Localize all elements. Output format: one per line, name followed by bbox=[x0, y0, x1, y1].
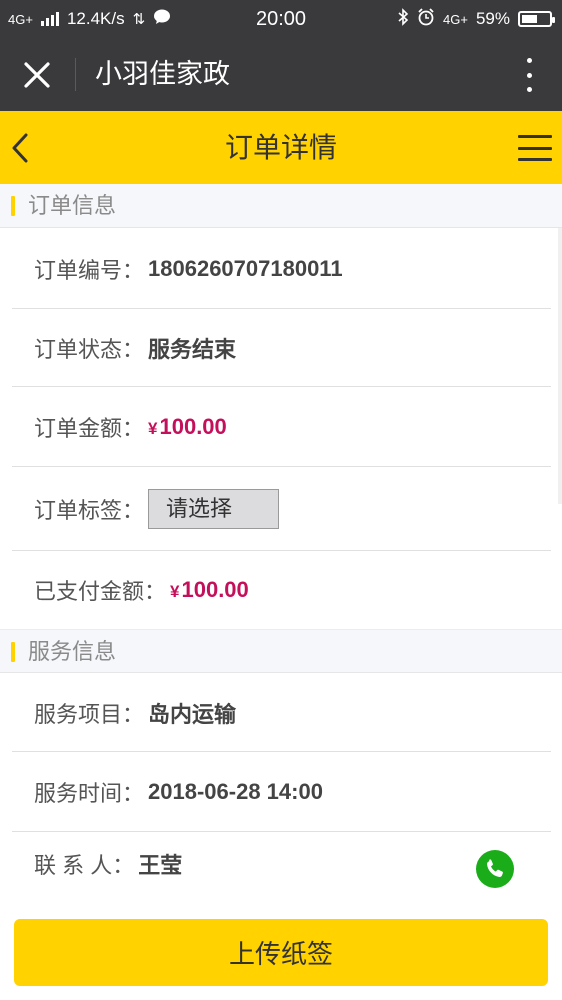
row-label: 订单编号： bbox=[34, 257, 145, 283]
paid-amount-value: ¥100.00 bbox=[170, 577, 249, 603]
section-order-info: 订单信息 bbox=[0, 184, 562, 228]
header-divider bbox=[75, 58, 76, 91]
row-order-tag: 订单标签： 请选择 bbox=[12, 467, 551, 551]
more-icon[interactable] bbox=[524, 58, 534, 92]
order-number-value: 1806260707180011 bbox=[148, 255, 343, 281]
row-label: 订单标签： bbox=[34, 497, 145, 523]
amount-number: 100.00 bbox=[159, 413, 227, 439]
row-service-item: 服务项目： 岛内运输 bbox=[12, 674, 551, 752]
tag-select[interactable]: 请选择 bbox=[148, 488, 280, 529]
contact-value: 王莹 bbox=[138, 853, 183, 878]
battery-fill bbox=[522, 15, 537, 23]
row-paid-amount: 已支付金额： ¥100.00 bbox=[12, 551, 551, 629]
row-label: 服务项目： bbox=[34, 701, 145, 727]
menu-icon[interactable] bbox=[518, 135, 552, 161]
bottom-bar: 上传纸签 bbox=[0, 905, 562, 1000]
order-status-value: 服务结束 bbox=[148, 336, 237, 362]
order-amount-value: ¥100.00 bbox=[148, 414, 227, 440]
row-label: 已支付金额： bbox=[34, 579, 167, 604]
row-label: 服务时间： bbox=[34, 780, 145, 806]
section-service-info: 服务信息 bbox=[0, 629, 562, 673]
status-right: 4G+ 59% bbox=[397, 0, 555, 38]
row-label: 订单状态： bbox=[34, 336, 145, 362]
row-order-amount: 订单金额： ¥100.00 bbox=[12, 387, 551, 467]
battery-percent: 59% bbox=[475, 9, 510, 28]
network-type-right: 4G+ bbox=[443, 11, 468, 27]
section-accent-bar bbox=[11, 642, 15, 662]
section-title: 服务信息 bbox=[28, 639, 117, 664]
wechat-header: 小羽佳家政 bbox=[0, 38, 562, 111]
scroll-indicator bbox=[558, 184, 562, 504]
service-time-value: 2018-06-28 14:00 bbox=[148, 778, 323, 804]
row-order-number: 订单编号： 1806260707180011 bbox=[12, 229, 551, 309]
paid-number: 100.00 bbox=[181, 577, 249, 602]
currency-symbol: ¥ bbox=[148, 418, 158, 438]
bluetooth-icon bbox=[397, 7, 409, 31]
upload-paper-signature-button[interactable]: 上传纸签 bbox=[14, 919, 548, 986]
row-service-time: 服务时间： 2018-06-28 14:00 bbox=[12, 752, 551, 832]
alarm-icon bbox=[417, 7, 435, 31]
section-accent-bar bbox=[11, 196, 15, 216]
close-icon[interactable] bbox=[18, 56, 56, 94]
status-bar: 4G+ 12.4K/s ⇅ 20:00 4G+ 59% bbox=[0, 0, 562, 38]
row-order-status: 订单状态： 服务结束 bbox=[12, 309, 551, 387]
wechat-title: 小羽佳家政 bbox=[95, 59, 230, 89]
app-header: 订单详情 bbox=[0, 111, 562, 184]
phone-icon[interactable] bbox=[476, 850, 514, 888]
row-contact: 联 系 人： 王莹 bbox=[12, 832, 551, 908]
currency-symbol: ¥ bbox=[170, 582, 180, 601]
row-label: 订单金额： bbox=[34, 415, 145, 441]
battery-icon bbox=[518, 11, 555, 27]
service-item-value: 岛内运输 bbox=[148, 701, 237, 727]
row-label: 联 系 人： bbox=[34, 853, 135, 878]
section-title: 订单信息 bbox=[28, 193, 117, 218]
page-title: 订单详情 bbox=[224, 132, 337, 163]
